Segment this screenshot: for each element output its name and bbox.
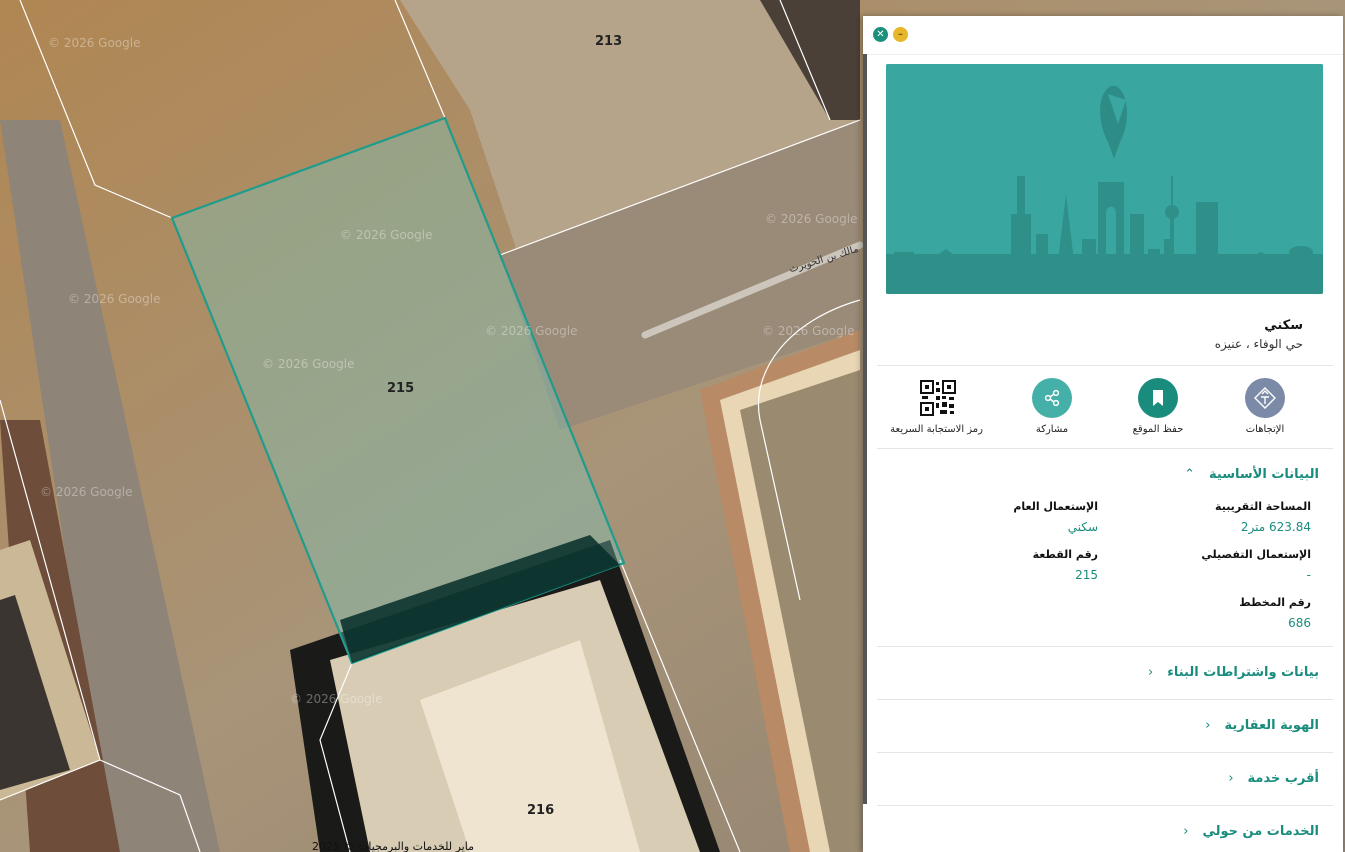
map-watermark: © 2026 Google <box>68 292 161 306</box>
approx-area-value: 623.84 متر2 <box>1240 520 1311 534</box>
map-watermark: © 2026 Google <box>485 324 578 338</box>
directions-label: الإتجاهات <box>1245 424 1285 435</box>
chevron-left-icon: ‹ <box>1183 824 1189 839</box>
chevron-left-icon: ‹ <box>1148 665 1154 680</box>
property-type: سكني <box>1264 318 1303 333</box>
action-bar: رمز الاستجابة السريعة مشاركة حفظ الموقع … <box>890 378 1313 440</box>
property-location: حي الوفاء ، عنيزه <box>1214 337 1303 351</box>
detailed-use-value: - <box>1306 568 1311 582</box>
section-nearby-services[interactable]: الخدمات من حولي ‹ <box>1183 824 1319 839</box>
general-use-value: سكني <box>1067 520 1098 534</box>
section-real-estate-identity[interactable]: الهوية العقارية ‹ <box>1205 718 1319 733</box>
divider <box>877 365 1333 366</box>
divider <box>877 752 1333 753</box>
section-nearest-service[interactable]: أقرب خدمة ‹ <box>1228 771 1319 786</box>
share-icon <box>1032 378 1072 418</box>
property-title-block: سكني حي الوفاء ، عنيزه <box>1215 318 1303 351</box>
share-label: مشاركة <box>1035 424 1069 435</box>
map-watermark: © 2026 Google <box>48 36 141 50</box>
minimize-icon[interactable]: – <box>893 27 908 42</box>
parcel-label[interactable]: 213 <box>595 34 622 49</box>
approx-area-label: المساحة التقريبية <box>1215 500 1311 513</box>
map-watermark: © 2026 Google <box>762 324 855 338</box>
divider <box>877 646 1333 647</box>
save-location-button[interactable]: حفظ الموقع <box>1113 378 1203 435</box>
divider <box>877 448 1333 449</box>
section-nearby-services-title: الخدمات من حولي <box>1202 824 1319 839</box>
directions-button[interactable]: الإتجاهات <box>1220 378 1310 435</box>
parcel-label[interactable]: 216 <box>527 803 554 818</box>
parcel-label-selected[interactable]: 215 <box>387 381 414 396</box>
plan-number-label: رقم المخطط <box>1239 596 1311 609</box>
map-copyright: 2025 © ماير للخدمات والبرمجيات <box>312 840 474 852</box>
section-basic-data[interactable]: البيانات الأساسية ⌃ <box>1184 467 1319 482</box>
save-location-label: حفظ الموقع <box>1132 424 1184 435</box>
qr-code-button[interactable]: رمز الاستجابة السريعة <box>890 378 983 435</box>
map-watermark: © 2026 Google <box>262 357 355 371</box>
plot-number-value: 215 <box>1075 568 1098 582</box>
qr-code-icon <box>918 378 958 418</box>
chevron-up-icon: ⌃ <box>1184 467 1196 482</box>
divider <box>877 699 1333 700</box>
section-building-requirements[interactable]: بيانات واشتراطات البناء ‹ <box>1148 665 1319 680</box>
plan-number-value: 686 <box>1288 616 1311 630</box>
bookmark-icon <box>1138 378 1178 418</box>
map-watermark: © 2026 Google <box>290 692 383 706</box>
close-icon[interactable]: ✕ <box>873 27 888 42</box>
divider <box>877 805 1333 806</box>
scrollbar[interactable] <box>863 54 867 804</box>
qr-code-label: رمز الاستجابة السريعة <box>890 424 983 435</box>
share-button[interactable]: مشاركة <box>1007 378 1097 435</box>
section-real-estate-identity-title: الهوية العقارية <box>1224 718 1319 733</box>
detailed-use-label: الإستعمال التفصيلي <box>1201 548 1311 561</box>
property-details-panel: ✕ – سكني حي الوفاء ، عنيزه رمز الاستجابة… <box>863 16 1343 852</box>
section-basic-data-title: البيانات الأساسية <box>1209 467 1319 482</box>
map-watermark: © 2026 Google <box>340 228 433 242</box>
chevron-left-icon: ‹ <box>1205 718 1211 733</box>
skyline-illustration <box>886 64 1323 294</box>
plot-number-label: رقم القطعة <box>1032 548 1098 561</box>
hero-image <box>886 64 1323 294</box>
section-nearest-service-title: أقرب خدمة <box>1247 771 1319 786</box>
general-use-label: الإستعمال العام <box>1013 500 1098 513</box>
map-watermark: © 2026 Google <box>40 485 133 499</box>
panel-header: ✕ – <box>863 16 1343 55</box>
chevron-left-icon: ‹ <box>1228 771 1234 786</box>
section-building-requirements-title: بيانات واشتراطات البناء <box>1167 665 1319 680</box>
directions-icon <box>1245 378 1285 418</box>
map-watermark: © 2026 Google <box>765 212 858 226</box>
